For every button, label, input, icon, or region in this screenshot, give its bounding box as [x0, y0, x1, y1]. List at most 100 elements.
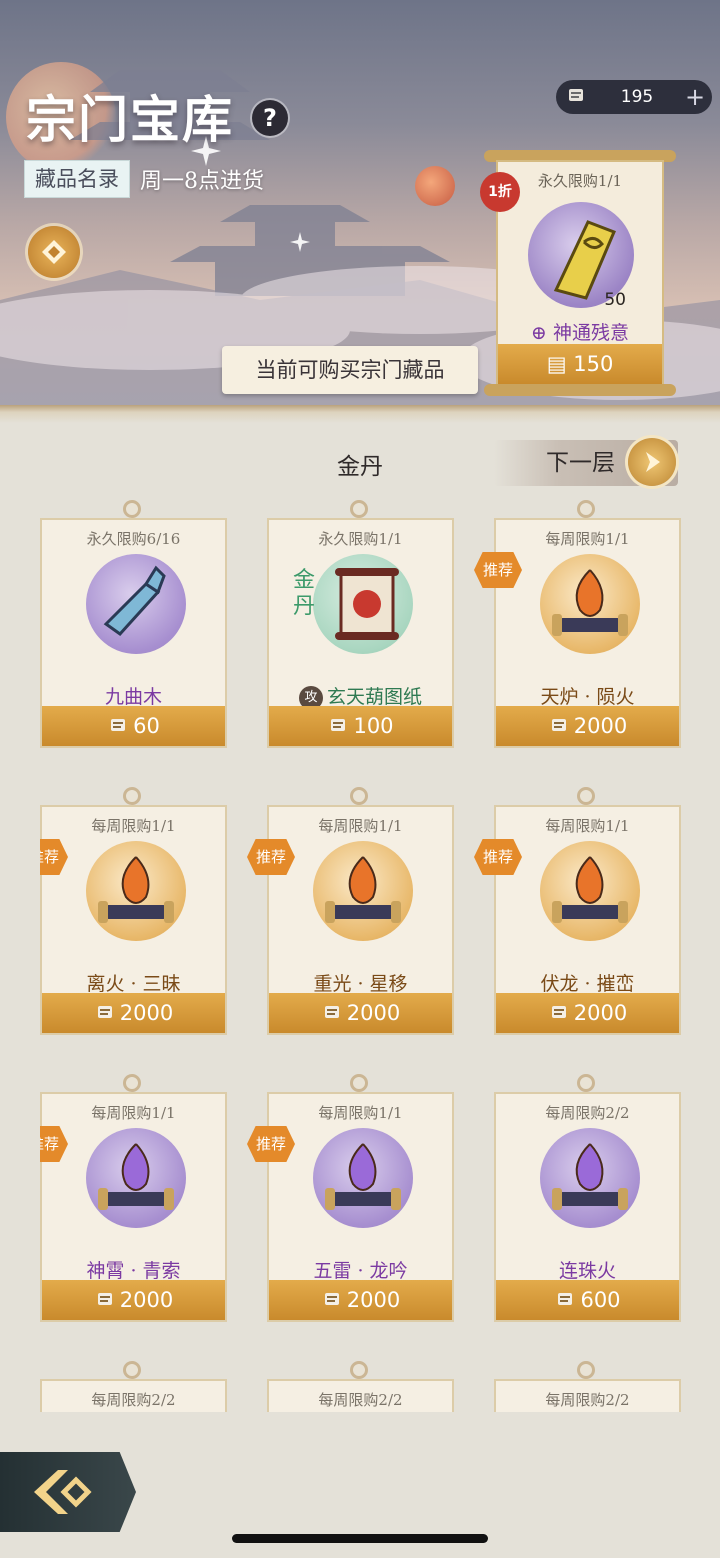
featured-item-card[interactable]: 永久限购1/1 50 ⊕ 神通残意 ▤ 150 — [496, 160, 664, 386]
question-icon[interactable]: ? — [252, 100, 288, 136]
shop-item-card[interactable]: 每周限购1/1 伏龙 · 摧峦 2000 推荐 — [474, 787, 681, 1035]
header-banner: 宗门宝库 ? 藏品名录 周一8点进货 当前可购买宗门藏品 195 + 1折 永久… — [0, 0, 720, 410]
scroll-token-icon — [548, 709, 570, 749]
scroll-token-icon: ▤ — [546, 352, 567, 376]
card-paper: 每周限购2/2 — [494, 1379, 681, 1412]
card-paper: 每周限购1/1 离火 · 三昧 2000 — [40, 805, 227, 1035]
price-bar[interactable]: 2000 — [269, 993, 452, 1033]
home-indicator[interactable] — [232, 1534, 488, 1543]
item-image — [313, 841, 413, 941]
purchase-limit: 每周限购1/1 — [545, 817, 630, 835]
item-image — [86, 554, 186, 654]
shop-item-card[interactable]: 每周限购1/1离火 · 三昧2000推荐 — [40, 787, 227, 1035]
price-bar[interactable]: 2000 — [42, 1280, 225, 1320]
purchase-limit: 每周限购2/2 — [91, 1391, 176, 1409]
purchase-limit: 每周限购1/1 — [91, 817, 176, 835]
price-bar[interactable]: 2000 — [496, 706, 679, 746]
sect-emblem-button[interactable] — [28, 226, 80, 278]
item-name-row: 连珠火 — [496, 1256, 679, 1283]
featured-price: 150 — [573, 352, 614, 376]
item-image — [540, 554, 640, 654]
featured-item-name: 神通残意 — [552, 322, 629, 344]
scroll-token-icon — [327, 709, 349, 749]
hang-hook — [350, 787, 368, 805]
item-grid: 永久限购6/16 九曲木 60 永久限购1/1 金丹攻玄天葫图纸 100 每周限购1/1 天炉… — [40, 500, 690, 1412]
shop-item-card[interactable]: 永久限购6/16 九曲木 60 — [40, 500, 227, 748]
card-paper: 每周限购2/2 — [267, 1379, 454, 1412]
shop-item-card[interactable]: 每周限购1/1 重光 · 星移 2000 推荐 — [247, 787, 454, 1035]
discount-badge: 1折 — [480, 172, 520, 212]
card-paper: 每周限购1/1 五雷 · 龙吟 2000 — [267, 1092, 454, 1322]
item-price: 60 — [133, 714, 160, 738]
currency-value: 195 — [620, 87, 654, 107]
card-paper: 每周限购1/1 神霄 · 青索 2000 — [40, 1092, 227, 1322]
item-image — [86, 1128, 186, 1228]
emblem-icon — [42, 240, 66, 264]
purchase-limit: 每周限购1/1 — [318, 817, 403, 835]
shop-item-card[interactable]: 每周限购2/2 连珠火 600 — [494, 1074, 681, 1322]
item-image — [313, 1128, 413, 1228]
next-tier-button[interactable]: 下一层 — [494, 438, 678, 486]
card-paper: 每周限购1/1 天炉 · 陨火 2000 — [494, 518, 681, 748]
item-name-row: 伏龙 · 摧峦 — [496, 969, 679, 996]
item-price: 2000 — [119, 1288, 174, 1312]
shop-item-card[interactable]: 每周限购2/2 — [267, 1361, 454, 1412]
item-name: 连珠火 — [558, 1260, 616, 1282]
item-name-row: 天炉 · 陨火 — [496, 682, 679, 709]
item-price: 600 — [580, 1288, 621, 1312]
item-price: 2000 — [573, 714, 628, 738]
shop-item-card[interactable]: 每周限购1/1 五雷 · 龙吟 2000 推荐 — [247, 1074, 454, 1322]
twisted-wood-icon — [103, 565, 166, 636]
item-image — [86, 841, 186, 941]
item-name-row: 重光 · 星移 — [269, 969, 452, 996]
section-divider — [0, 405, 720, 423]
hang-hook — [350, 500, 368, 518]
featured-quantity: 50 — [604, 290, 626, 310]
item-image — [313, 554, 413, 654]
catalog-tag[interactable]: 藏品名录 — [24, 160, 130, 198]
price-bar[interactable]: 2000 — [496, 993, 679, 1033]
item-name-row: 神霄 · 青索 — [42, 1256, 225, 1283]
featured-name: ⊕ 神通残意 — [498, 318, 662, 345]
shop-item-card[interactable]: 每周限购1/1 天炉 · 陨火 2000 推荐 — [474, 500, 681, 748]
item-image — [540, 841, 640, 941]
shop-item-card[interactable]: 永久限购1/1 金丹攻玄天葫图纸 100 — [267, 500, 454, 748]
hang-hook — [577, 500, 595, 518]
recommend-badge: 推荐 — [247, 839, 295, 875]
back-button[interactable] — [0, 1452, 136, 1532]
currency-counter: 195 + — [556, 80, 712, 114]
technique-scroll-icon — [552, 1143, 628, 1210]
restock-time: 周一8点进货 — [140, 169, 264, 194]
catalog-tag-bar: 藏品名录 周一8点进货 — [24, 160, 264, 198]
hang-hook — [350, 1361, 368, 1379]
technique-scroll-icon — [552, 856, 628, 923]
item-name: 神霄 · 青索 — [86, 1260, 181, 1282]
shop-item-card[interactable]: 每周限购2/2 — [494, 1361, 681, 1412]
hang-hook — [577, 787, 595, 805]
shop-item-card[interactable]: 每周限购1/1神霄 · 青索2000推荐 — [40, 1074, 227, 1322]
featured-price-bar[interactable]: ▤ 150 — [498, 344, 662, 384]
blueprint-scroll-icon — [335, 568, 399, 640]
item-image — [540, 1128, 640, 1228]
scroll-token-icon — [556, 84, 596, 111]
purchase-limit: 每周限购1/1 — [545, 530, 630, 548]
card-paper: 每周限购1/1 伏龙 · 摧峦 2000 — [494, 805, 681, 1035]
add-currency-button[interactable]: + — [678, 83, 712, 111]
item-price: 2000 — [119, 1001, 174, 1025]
price-bar[interactable]: 100 — [269, 706, 452, 746]
price-bar[interactable]: 600 — [496, 1280, 679, 1320]
item-name-row: 九曲木 — [42, 682, 225, 709]
price-bar[interactable]: 2000 — [269, 1280, 452, 1320]
shop-item-card[interactable]: 每周限购2/2 — [40, 1361, 227, 1412]
technique-scroll-icon — [552, 569, 628, 636]
arrow-right-icon — [628, 438, 676, 486]
recommend-badge: 推荐 — [247, 1126, 295, 1162]
hang-hook — [123, 1361, 141, 1379]
price-bar[interactable]: 2000 — [42, 993, 225, 1033]
card-paper: 永久限购6/16 九曲木 60 — [40, 518, 227, 748]
featured-scroll-rod-bottom — [484, 384, 676, 396]
price-bar[interactable]: 60 — [42, 706, 225, 746]
scroll-token-icon — [554, 1283, 576, 1323]
purchase-limit: 每周限购1/1 — [318, 1104, 403, 1122]
item-name: 玄天葫图纸 — [326, 686, 422, 708]
